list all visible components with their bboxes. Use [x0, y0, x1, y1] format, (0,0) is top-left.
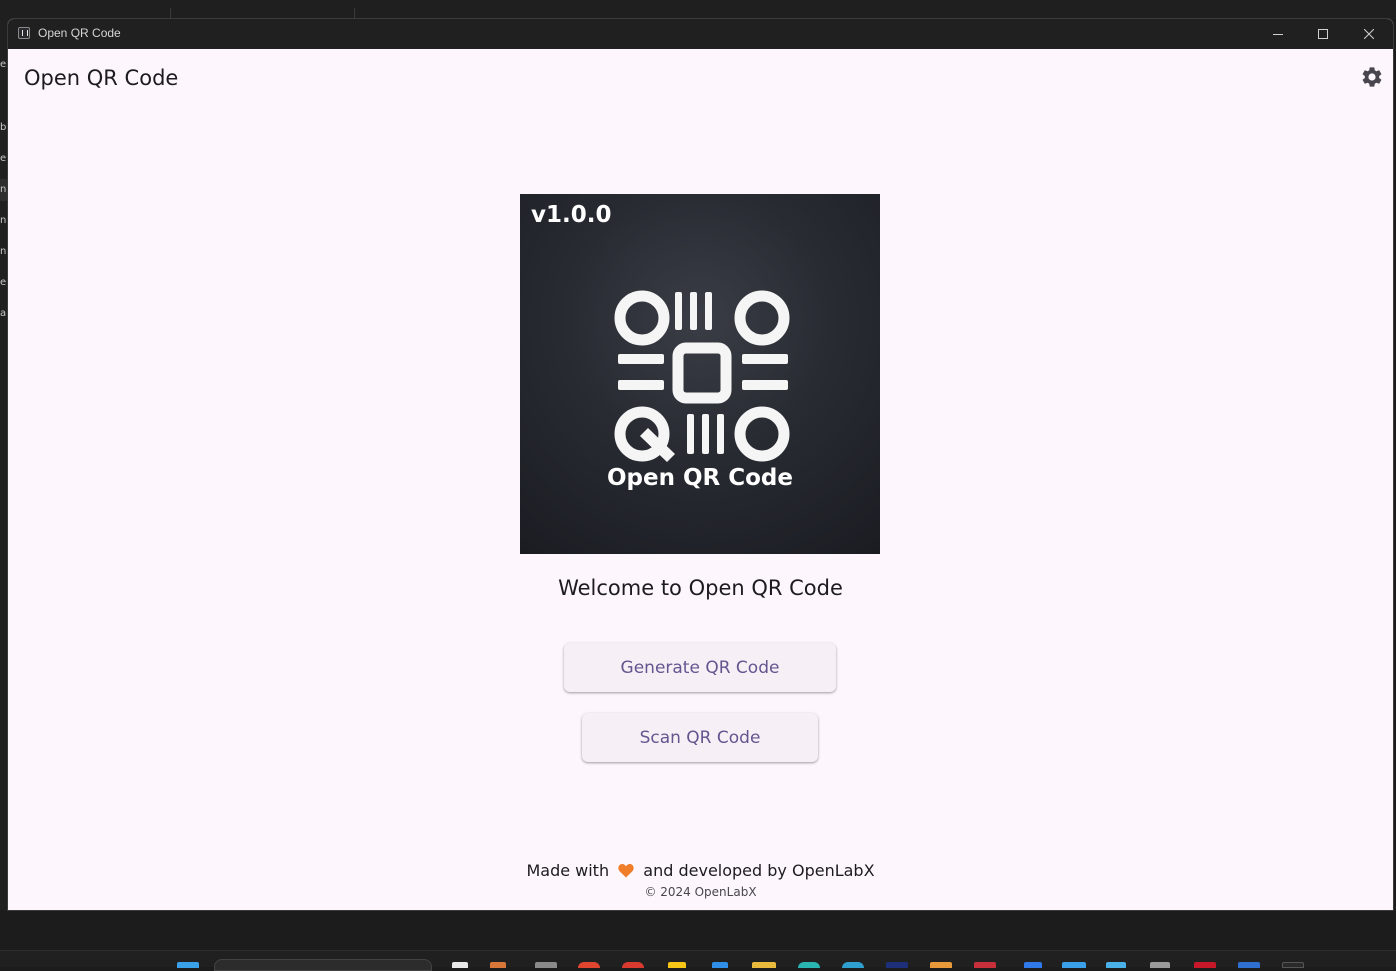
taskbar-app-icon[interactable]	[752, 962, 776, 968]
generate-qr-button[interactable]: Generate QR Code	[564, 643, 836, 692]
taskbar-app-icon[interactable]	[622, 962, 644, 968]
footer-made-with: Made with	[526, 861, 610, 880]
background-window-strip	[0, 0, 1396, 19]
taskbar-app-icon[interactable]	[712, 962, 728, 968]
app-bar-title: Open QR Code	[24, 66, 179, 90]
taskbar-app-icon[interactable]	[798, 962, 820, 968]
minimize-icon	[1273, 34, 1283, 35]
taskbar-app-icon[interactable]	[1238, 962, 1260, 968]
logo-brand-text: Open QR Code	[606, 465, 793, 491]
taskbar-app-icon[interactable]	[1024, 962, 1042, 968]
taskbar-app-icon[interactable]	[490, 962, 506, 968]
maximize-icon	[1318, 29, 1328, 39]
title-bar[interactable]: Open QR Code	[8, 19, 1393, 49]
copyright-text: © 2024 OpenLabX	[644, 885, 757, 899]
taskbar-app-icon[interactable]	[452, 962, 468, 968]
taskbar-app-icon[interactable]	[578, 962, 600, 968]
taskbar-app-icon[interactable]	[1194, 962, 1216, 968]
generate-qr-label: Generate QR Code	[620, 657, 780, 678]
qr-mark-icon	[614, 290, 790, 462]
taskbar-app-icon[interactable]	[930, 962, 952, 968]
taskbar-app-icon[interactable]	[1062, 962, 1086, 968]
version-label: v1.0.0	[531, 202, 612, 228]
window-title: Open QR Code	[38, 26, 121, 40]
app-logo: v1.0.0 Open QR Code	[520, 194, 880, 554]
close-icon	[1364, 29, 1374, 39]
gear-icon	[1362, 67, 1382, 87]
start-icon[interactable]	[177, 962, 199, 968]
scan-qr-button[interactable]: Scan QR Code	[582, 713, 818, 762]
taskbar-app-icon[interactable]	[668, 962, 686, 968]
taskbar-app-icon[interactable]	[1106, 962, 1126, 968]
scan-qr-label: Scan QR Code	[639, 727, 761, 748]
footer-developed-by: and developed by OpenLabX	[643, 861, 875, 880]
taskbar-app-icon[interactable]	[842, 962, 864, 968]
app-window: Open QR Code Open QR Code v1.0.0 Open QR…	[8, 19, 1393, 910]
welcome-heading: Welcome to Open QR Code	[558, 576, 843, 600]
maximize-button[interactable]	[1300, 19, 1346, 49]
taskbar-app-icon[interactable]	[535, 962, 557, 968]
minimize-button[interactable]	[1255, 19, 1301, 49]
taskbar-app-icon[interactable]	[886, 962, 908, 968]
taskbar-app-icon[interactable]	[1150, 962, 1170, 968]
footer-credit: Made with and developed by OpenLabX	[8, 861, 1393, 880]
taskbar-app-icon[interactable]	[974, 962, 996, 968]
heart-icon	[618, 863, 634, 878]
taskbar-app-icon[interactable]	[1282, 962, 1304, 968]
settings-button[interactable]	[1360, 65, 1384, 89]
background-window-edge: e ba e n n n e a	[0, 19, 8, 910]
app-icon	[18, 27, 30, 39]
close-button[interactable]	[1346, 19, 1392, 49]
taskbar-search-box[interactable]	[214, 959, 432, 971]
taskbar	[0, 950, 1396, 971]
